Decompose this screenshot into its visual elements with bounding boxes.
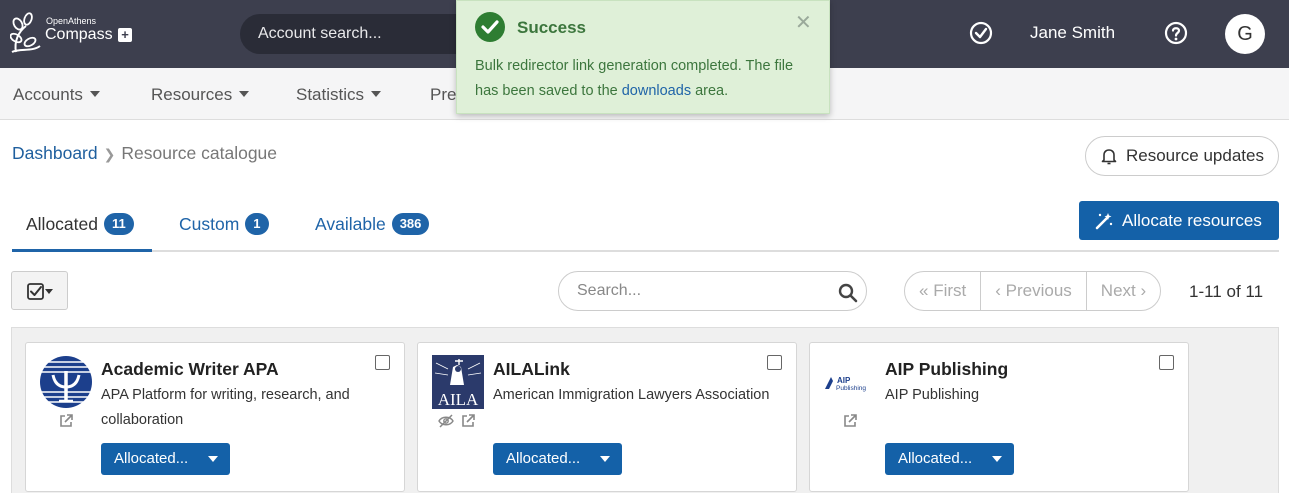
svg-text:AIP: AIP — [837, 376, 851, 385]
caret-down-icon — [371, 90, 382, 97]
nav-resources-label: Resources — [151, 85, 233, 104]
resource-card: AILA AILALink American Immigration Lawye… — [417, 342, 797, 492]
chevron-right-icon: › — [1140, 281, 1147, 300]
card-title[interactable]: AIP Publishing — [885, 359, 1008, 380]
caret-down-icon — [992, 456, 1002, 462]
card-select-checkbox[interactable] — [375, 355, 390, 370]
compass-leaf-icon — [10, 12, 41, 53]
nav-preferences-label: Pre — [430, 85, 457, 104]
double-chevron-left-icon: « — [919, 281, 929, 300]
caret-down-icon — [239, 90, 250, 97]
nav-statistics[interactable]: Statistics — [296, 85, 382, 105]
toast-message: Bulk redirector link generation complete… — [475, 54, 815, 104]
nav-statistics-label: Statistics — [296, 85, 365, 104]
allocated-dropdown-button[interactable]: Allocated... — [885, 443, 1014, 475]
caret-down-icon — [208, 456, 218, 462]
user-name[interactable]: Jane Smith — [1030, 23, 1115, 43]
tab-custom[interactable]: Custom 1 — [179, 198, 269, 252]
search-input[interactable]: Search... — [558, 271, 867, 311]
card-description: APA Platform for writing, research, and … — [101, 387, 350, 428]
tab-allocated-count: 11 — [104, 213, 134, 236]
close-icon[interactable]: ✕ — [795, 13, 812, 33]
aip-logo-icon: AIP Publishing — [825, 376, 866, 392]
checkbox-select-icon — [27, 283, 53, 300]
allocated-dropdown-button[interactable]: Allocated... — [493, 443, 622, 475]
resource-card: AIP Publishing AIP Publishing AIP Publis… — [809, 342, 1189, 492]
downloads-link[interactable]: downloads — [622, 83, 691, 99]
brand-compass: Compass — [45, 26, 113, 43]
pager-next-label: Next — [1100, 281, 1136, 300]
plus-icon: + — [118, 28, 132, 42]
external-link-icon[interactable] — [842, 413, 858, 429]
search-icon[interactable] — [838, 283, 858, 303]
avatar[interactable]: G — [1225, 14, 1265, 54]
allocated-label: Allocated... — [506, 450, 581, 467]
nav-resources[interactable]: Resources — [151, 85, 250, 105]
success-check-icon — [475, 12, 505, 42]
caret-down-icon — [600, 456, 610, 462]
allocated-label: Allocated... — [898, 450, 973, 467]
tab-custom-count: 1 — [245, 213, 269, 236]
resource-card: Academic Writer APA APA Platform for wri… — [25, 342, 405, 492]
help-icon[interactable] — [1163, 20, 1189, 46]
tab-available-count: 386 — [391, 213, 430, 236]
resource-card-grid: Academic Writer APA APA Platform for wri… — [11, 327, 1279, 493]
card-title[interactable]: AILALink — [493, 359, 570, 380]
toast-message-end: area. — [691, 83, 729, 99]
pager-first-button[interactable]: « First — [905, 272, 982, 310]
breadcrumb-dashboard[interactable]: Dashboard — [12, 143, 98, 163]
card-select-checkbox[interactable] — [1159, 355, 1174, 370]
bell-icon — [1101, 149, 1117, 165]
allocated-label: Allocated... — [114, 450, 189, 467]
apa-logo-icon — [40, 356, 92, 408]
openathens-logo[interactable]: OpenAthens Compass + — [10, 12, 140, 58]
allocate-resources-label: Allocate resources — [1122, 211, 1262, 230]
eye-slash-icon[interactable] — [438, 413, 454, 429]
aila-logo-icon: AILA — [432, 355, 484, 409]
tab-custom-label: Custom — [179, 214, 240, 234]
pager-previous-label: Previous — [1005, 281, 1072, 300]
pager-first-label: First — [933, 281, 967, 300]
pager-count: 1-11 of 11 — [1189, 282, 1264, 301]
card-select-checkbox[interactable] — [767, 355, 782, 370]
tab-available-label: Available — [315, 214, 386, 234]
card-description: AIP Publishing — [885, 387, 980, 403]
external-link-icon[interactable] — [58, 413, 74, 429]
search-placeholder: Search... — [577, 282, 642, 299]
allocate-resources-button[interactable]: Allocate resources — [1079, 201, 1279, 240]
success-toast: Success ✕ Bulk redirector link generatio… — [456, 0, 830, 114]
breadcrumb-current: Resource catalogue — [121, 143, 278, 163]
pagination: « First ‹ Previous Next › — [904, 271, 1162, 311]
tab-allocated-label: Allocated — [26, 214, 98, 234]
nav-accounts-label: Accounts — [13, 85, 83, 104]
pager-next-button[interactable]: Next › — [1087, 272, 1160, 310]
aila-logo-text: AILA — [438, 390, 479, 409]
tab-available[interactable]: Available 386 — [315, 198, 430, 252]
breadcrumb: Dashboard ❯ Resource catalogue — [12, 143, 277, 164]
toast-title: Success — [517, 18, 586, 37]
card-description: American Immigration Lawyers Association — [493, 387, 770, 403]
magic-wand-icon — [1095, 213, 1113, 230]
resource-updates-button[interactable]: Resource updates — [1085, 136, 1279, 176]
tab-allocated[interactable]: Allocated 11 — [12, 198, 152, 252]
nav-accounts[interactable]: Accounts — [13, 85, 100, 105]
check-circle-icon[interactable] — [968, 20, 994, 46]
bulk-select-dropdown[interactable] — [11, 271, 68, 310]
allocated-dropdown-button[interactable]: Allocated... — [101, 443, 230, 475]
card-title[interactable]: Academic Writer APA — [101, 359, 279, 380]
brand-openathens: OpenAthens — [46, 16, 97, 26]
caret-down-icon — [89, 90, 100, 97]
pager-previous-button[interactable]: ‹ Previous — [981, 272, 1087, 310]
aip-logo-text: Publishing — [836, 385, 866, 392]
nav-preferences[interactable]: Pre — [430, 85, 456, 105]
external-link-icon[interactable] — [460, 413, 476, 429]
chevron-left-icon: ‹ — [995, 281, 1001, 300]
resource-updates-label: Resource updates — [1126, 146, 1264, 165]
chevron-right-icon: ❯ — [103, 146, 116, 162]
